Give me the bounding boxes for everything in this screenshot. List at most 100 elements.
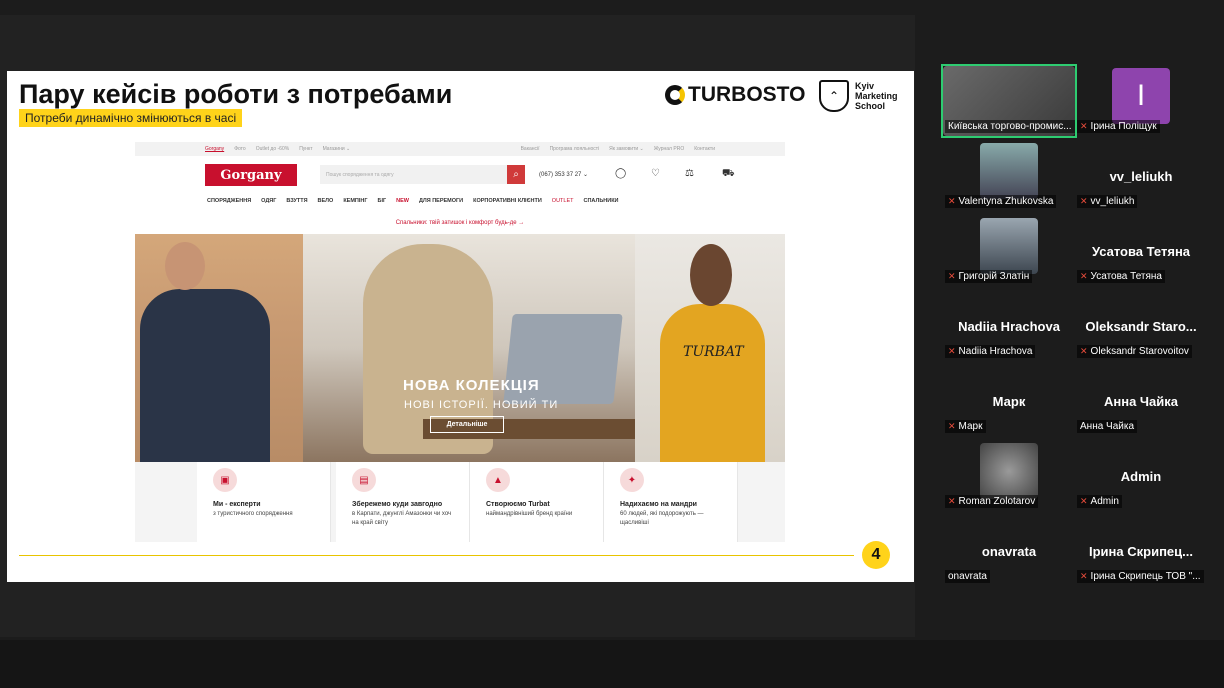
backpack-icon: ▣ [213,468,237,492]
hero-details-button: Детальніше [430,416,504,433]
website-screenshot: Gorgany Фото Outlet до -60% Пункт Магази… [135,142,785,542]
participants-panel: Київська торгово-промис... I ✕ Ірина Полі… [923,15,1224,637]
feature-desc: 60 людей, які подорожують — щасливіші [620,511,704,526]
search-icon: ⌕ [507,165,525,184]
category-item: OUTLET [551,198,574,204]
topnav-item: Вакансії [520,146,540,152]
participant-label: Київська торгово-промис... [945,120,1075,133]
slide-title: Пару кейсів роботи з потребами [19,79,453,109]
participant-tile[interactable]: onavrata onavrata [943,516,1075,586]
feature-card: ▣ Ми - експерти з туристичного споряджен… [197,462,331,542]
participant-label: ✕ vv_leliukh [1077,195,1138,208]
topnav-item: Журнал PRO [653,146,685,152]
feature-title: Збережемо куди завгодно [352,501,443,508]
participant-avatar [980,443,1038,499]
mic-muted-icon: ✕ [948,196,956,206]
topnav-item: Контакти [694,146,715,152]
feature-desc: наймандрівніший бренд країни [486,511,573,517]
participant-tile[interactable]: I ✕ Ірина Поліщук [1075,66,1207,136]
feature-desc: в Карпати, джунглі Амазонки чи хоч на кр… [352,511,452,526]
user-icon: ◯ [615,168,627,179]
participant-tile[interactable]: Марк ✕ Марк [943,366,1075,436]
participant-tile[interactable]: ✕ Григорій Златін [943,216,1075,286]
turbosto-text: TURBOSTO [688,83,806,106]
category-item: КЕМПІНГ [343,198,368,204]
participant-label: ✕ Усатова Тетяна [1077,270,1165,283]
feature-card: ▤ Збережемо куди завгодно в Карпати, джу… [336,462,470,542]
feature-title: Надихаємо на мандри [620,501,697,508]
category-item: СПАЛЬНИКИ [583,198,619,204]
mic-muted-icon: ✕ [948,346,956,356]
participant-name: Усатова Тетяна [1091,244,1191,259]
site-top-nav: Gorgany Фото Outlet до -60% Пункт Магази… [135,142,785,156]
hero-banner: TURBAT НОВА КОЛЕКЦІЯ НОВІ ІСТОРІЇ. НОВИЙ… [135,234,785,462]
participant-tile[interactable]: Ірина Скрипец... ✕ Ірина Скрипець ТОВ "..… [1075,516,1207,586]
participant-tile[interactable]: Усатова Тетяна ✕ Усатова Тетяна [1075,216,1207,286]
participant-label: Анна Чайка [1077,420,1138,433]
kms-line3: School [855,101,886,111]
shield-icon: ⌃ [819,80,849,112]
topnav-item: Gorgany [205,146,225,152]
participant-tile[interactable]: Oleksandr Staro... ✕ Oleksandr Starovoito… [1075,291,1207,361]
participant-tile[interactable]: Admin ✕ Admin [1075,441,1207,511]
topnav-item: Пункт [299,146,313,152]
meeting-toolbar [0,640,1224,688]
feature-desc: з туристичного спорядження [213,511,293,517]
kms-line1: Kyiv [855,81,875,91]
site-phone: (067) 353 37 27 ⌄ [539,172,589,178]
participant-name: Анна Чайка [1103,394,1179,409]
presentation-slide: Пару кейсів роботи з потребами Потреби д… [7,71,914,582]
cart-icon: ⛟ [722,168,735,179]
site-header: Gorgany Пошук спорядження та одягу ⌕ (06… [135,162,785,186]
participant-label: ✕ Ірина Поліщук [1077,120,1160,133]
participant-tile[interactable]: vv_leliukh ✕ vv_leliukh [1075,141,1207,211]
participant-tile[interactable]: ✕ Valentyna Zhukovska [943,141,1075,211]
turbosto-mark-icon [665,85,685,105]
category-item: NEW [396,198,409,204]
topnav-item: Як замовити ⌄ [609,146,644,152]
participant-label: ✕ Nadiia Hrachova [945,345,1036,358]
participant-label: ✕ Oleksandr Starovoitov [1077,345,1192,358]
slide-divider [19,555,854,556]
compare-icon: ⚖ [685,168,694,179]
hero-photo-man [135,234,303,462]
hero-title: НОВА КОЛЕКЦІЯ [403,377,540,394]
mic-muted-icon: ✕ [948,271,956,281]
participant-avatar: I [1112,68,1170,124]
category-item: ВЕЛО [317,198,334,204]
participant-tile[interactable]: Nadiia Hrachova ✕ Nadiia Hrachova [943,291,1075,361]
participant-tile[interactable]: Київська торгово-промис... [941,64,1077,138]
mic-muted-icon: ✕ [1080,121,1088,131]
feature-card: ▲ Створюємо Turbat наймандрівніший бренд… [470,462,604,542]
hero-photo-woman: TURBAT [635,234,785,462]
mic-muted-icon: ✕ [1080,346,1088,356]
category-item: КОРПОРАТИВНІ КЛІЄНТИ [473,198,542,204]
participant-label: ✕ Ірина Скрипець ТОВ "... [1077,570,1204,583]
mountain-icon: ▲ [486,468,510,492]
category-item: БІГ [377,198,387,204]
category-item: ВЗУТТЯ [286,198,308,204]
topnav-item: Програма лояльності [549,146,600,152]
feature-title: Ми - експерти [213,501,261,508]
participant-tile[interactable]: ✕ Roman Zolotarov [943,441,1075,511]
hero-subtitle: НОВІ ІСТОРІЇ. НОВИЙ ТИ [404,399,559,411]
participant-name: vv_leliukh [1109,169,1173,184]
feature-card: ✦ Надихаємо на мандри 60 людей, які подо… [604,462,738,542]
participant-tile[interactable]: Анна Чайка Анна Чайка [1075,366,1207,436]
mic-muted-icon: ✕ [948,496,956,506]
participant-video [980,143,1038,199]
slide-subtitle: Потреби динамічно змінюються в часі [19,109,243,127]
map-icon: ▤ [352,468,376,492]
participant-label: ✕ Григорій Златін [945,270,1033,283]
slide-page-number: 4 [862,541,890,569]
site-features: ▣ Ми - експерти з туристичного споряджен… [135,462,785,542]
mic-muted-icon: ✕ [1080,271,1088,281]
category-item: ДЛЯ ПЕРЕМОГИ [418,198,464,204]
topnav-item: Фото [234,146,246,152]
mic-muted-icon: ✕ [1080,196,1088,206]
turbat-shirt-logo: TURBAT [683,344,744,360]
feature-title: Створюємо Turbat [486,501,550,508]
participant-name: onavrata [981,544,1037,559]
turbosto-logo: TURBOSTO [665,83,805,107]
participant-label: ✕ Roman Zolotarov [945,495,1039,508]
